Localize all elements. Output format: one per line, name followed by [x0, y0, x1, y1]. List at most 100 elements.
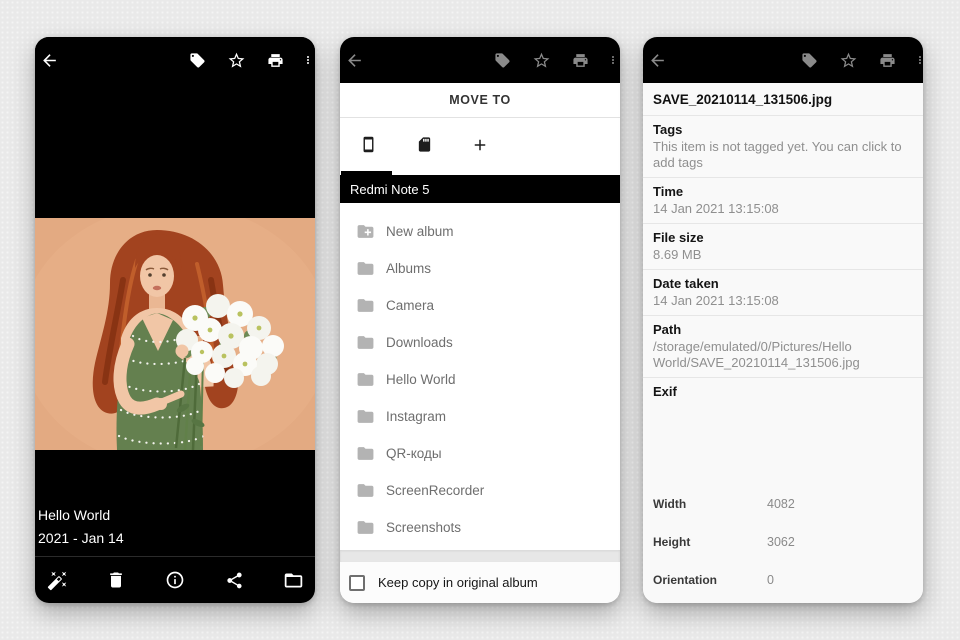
section-label: Tags — [653, 122, 683, 137]
tab-sd-card[interactable] — [396, 119, 452, 175]
dimmed-topbar — [643, 37, 923, 83]
section-value: 14 Jan 2021 13:15:08 — [653, 201, 779, 216]
folder-label: Downloads — [386, 335, 453, 350]
section-value: 14 Jan 2021 13:15:08 — [653, 293, 779, 308]
dimmed-topbar — [340, 37, 620, 83]
folder-label: QR-коды — [386, 446, 442, 461]
folder-label: New album — [386, 224, 454, 239]
phone-photo-viewer: Hello World 2021 - Jan 14 — [35, 37, 315, 603]
tag-icon[interactable] — [185, 48, 209, 72]
section-label: Date taken — [653, 276, 719, 291]
more-vert-icon[interactable] — [914, 48, 923, 72]
list-item-folder[interactable]: ScreenRecorder — [340, 472, 620, 509]
section-date-taken: Date taken 14 Jan 2021 13:15:08 — [643, 270, 923, 316]
phone-properties: SAVE_20210114_131506.jpg Tags This item … — [643, 37, 923, 603]
section-label: Time — [653, 184, 684, 199]
print-icon[interactable] — [875, 48, 899, 72]
section-value: /storage/emulated/0/Pictures/Hello World… — [653, 339, 860, 370]
folder-plus-icon — [356, 222, 375, 241]
more-vert-icon[interactable] — [302, 48, 314, 72]
share-icon[interactable] — [223, 569, 245, 591]
list-item-folder[interactable]: Screenshots — [340, 509, 620, 546]
photo-album-title: Hello World — [38, 507, 111, 523]
star-icon[interactable] — [836, 48, 860, 72]
folder-icon — [356, 407, 375, 426]
back-arrow-icon[interactable] — [37, 48, 61, 72]
exif-table: Width 4082 Height 3062 Orientation 0 — [643, 485, 923, 599]
section-path: Path /storage/emulated/0/Pictures/Hello … — [643, 316, 923, 378]
exif-row-width: Width 4082 — [643, 485, 923, 523]
list-item-folder[interactable]: Hello World — [340, 361, 620, 398]
folder-label: Albums — [386, 261, 432, 276]
print-icon[interactable] — [263, 48, 287, 72]
tag-icon[interactable] — [490, 48, 514, 72]
folder-label: ScreenRecorder — [386, 483, 485, 498]
section-label: File size — [653, 230, 704, 245]
folder-label: Instagram — [386, 409, 447, 424]
topbar-actions — [797, 48, 923, 72]
folder-icon — [356, 333, 375, 352]
tab-internal-storage[interactable] — [340, 119, 396, 175]
folder-icon — [356, 259, 375, 278]
auto-fix-icon[interactable] — [46, 569, 68, 591]
exif-value: 3062 — [767, 535, 795, 549]
exif-row-height: Height 3062 — [643, 523, 923, 561]
info-icon[interactable] — [164, 569, 186, 591]
list-item-folder[interactable]: Downloads — [340, 324, 620, 361]
list-item-folder[interactable]: Camera — [340, 287, 620, 324]
sd-card-icon — [416, 136, 433, 158]
dialog-footer-gap — [340, 550, 620, 562]
list-item-folder[interactable]: Albums — [340, 250, 620, 287]
delete-icon[interactable] — [105, 569, 127, 591]
exif-label: Exif — [653, 384, 677, 399]
folder-list: New album Albums Camera Downloads Hello … — [340, 203, 620, 550]
section-label: Path — [653, 322, 682, 337]
tab-add-storage[interactable] — [452, 119, 508, 175]
tag-icon[interactable] — [797, 48, 821, 72]
storage-tabs — [340, 119, 620, 175]
folder-label: Camera — [386, 298, 435, 313]
topbar-actions — [490, 48, 620, 72]
photo-image — [35, 204, 315, 468]
section-exif: Exif — [643, 378, 923, 405]
folder-open-icon[interactable] — [282, 569, 304, 591]
star-icon[interactable] — [224, 48, 248, 72]
folder-icon — [356, 296, 375, 315]
list-item-folder[interactable]: Instagram — [340, 398, 620, 435]
keep-copy-label[interactable]: Keep copy in original album — [378, 575, 538, 590]
folder-label: Screenshots — [386, 520, 462, 535]
photo-bottom-toolbar — [35, 557, 315, 603]
section-tags[interactable]: Tags This item is not tagged yet. You ca… — [643, 116, 923, 178]
exif-row-orientation: Orientation 0 — [643, 561, 923, 599]
section-time: Time 14 Jan 2021 13:15:08 — [643, 178, 923, 224]
folder-icon — [356, 481, 375, 500]
star-icon[interactable] — [529, 48, 553, 72]
smartphone-icon — [360, 136, 377, 158]
back-arrow-icon[interactable] — [342, 48, 366, 72]
exif-key: Width — [653, 497, 687, 511]
folder-icon — [356, 444, 375, 463]
section-file-size: File size 8.69 MB — [643, 224, 923, 270]
list-item-new-album[interactable]: New album — [340, 213, 620, 250]
section-value: This item is not tagged yet. You can cli… — [653, 139, 902, 170]
topbar-actions — [185, 48, 315, 72]
desktop-background: Hello World 2021 - Jan 14 MOVE TO Redmi … — [0, 0, 960, 640]
dialog-title: MOVE TO — [340, 83, 620, 118]
device-name-bar: Redmi Note 5 — [340, 175, 620, 203]
back-arrow-icon[interactable] — [645, 48, 669, 72]
photo-viewer-topbar — [35, 37, 315, 83]
section-value: 8.69 MB — [653, 247, 702, 262]
filename-label: SAVE_20210114_131506.jpg — [643, 83, 923, 116]
exif-key: Height — [653, 535, 691, 549]
list-item-folder[interactable]: QR-коды — [340, 435, 620, 472]
photo-date-label: 2021 - Jan 14 — [38, 530, 124, 546]
exif-value: 4082 — [767, 497, 795, 511]
keep-copy-checkbox[interactable] — [349, 574, 365, 591]
properties-panel: SAVE_20210114_131506.jpg Tags This item … — [643, 83, 923, 603]
print-icon[interactable] — [568, 48, 592, 72]
exif-key: Orientation — [653, 573, 718, 587]
phone-move-dialog: MOVE TO Redmi Note 5 New album Albums Ca… — [340, 37, 620, 603]
exif-value: 0 — [767, 573, 774, 587]
folder-icon — [356, 370, 375, 389]
more-vert-icon[interactable] — [607, 48, 619, 72]
